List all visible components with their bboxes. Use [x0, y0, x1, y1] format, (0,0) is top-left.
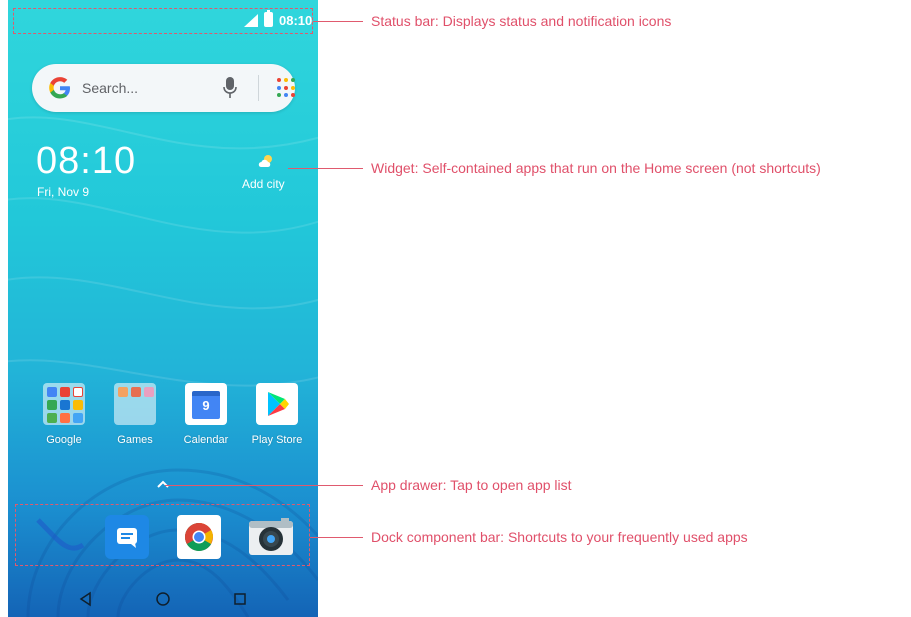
- google-folder-icon: [43, 383, 85, 425]
- microphone-icon[interactable]: [222, 76, 238, 100]
- app-label: Play Store: [251, 434, 303, 446]
- search-divider: [258, 75, 259, 101]
- navigation-bar: [8, 582, 318, 617]
- weather-cloud-icon[interactable]: [257, 154, 275, 168]
- callout-line-dock: [310, 537, 363, 538]
- callout-dock: Dock component bar: Shortcuts to your fr…: [371, 529, 748, 545]
- calendar-icon: 9: [185, 383, 227, 425]
- callout-line-status: [313, 21, 363, 22]
- app-play-store[interactable]: Play Store: [242, 383, 312, 446]
- recents-icon[interactable]: [232, 591, 248, 607]
- callout-line-widget: [288, 168, 363, 169]
- app-drawer-chevron-up-icon[interactable]: [156, 478, 170, 490]
- clock-widget-date: Fri, Nov 9: [37, 185, 90, 199]
- google-g-icon: [49, 77, 71, 103]
- google-search-bar[interactable]: Search...: [32, 64, 295, 112]
- play-store-icon: [256, 383, 298, 425]
- back-icon[interactable]: [78, 591, 94, 607]
- clock-widget-time[interactable]: 08:10: [36, 140, 136, 183]
- app-label: Calendar: [183, 434, 229, 446]
- callout-app-drawer: App drawer: Tap to open app list: [371, 477, 572, 493]
- dock-highlight: [15, 504, 310, 566]
- app-calendar[interactable]: 9 Calendar: [171, 383, 241, 446]
- home-icon[interactable]: [155, 591, 171, 607]
- search-placeholder: Search...: [82, 80, 139, 96]
- callout-widget: Widget: Self-contained apps that run on …: [371, 160, 821, 176]
- app-label: Google: [46, 434, 82, 446]
- add-city-link[interactable]: Add city: [242, 177, 285, 191]
- callout-line-drawer: [165, 485, 363, 486]
- app-games-folder[interactable]: Games: [100, 383, 170, 446]
- callout-status-bar: Status bar: Displays status and notifica…: [371, 13, 672, 29]
- app-grid-icon[interactable]: [277, 78, 297, 98]
- status-bar-highlight: [13, 8, 313, 34]
- games-folder-icon: [114, 383, 156, 425]
- app-google-folder[interactable]: Google: [29, 383, 99, 446]
- app-label: Games: [117, 434, 153, 446]
- annotated-home-screen: 08:10 Search... 08:10 Fri, Nov 9 Add cit…: [0, 0, 911, 617]
